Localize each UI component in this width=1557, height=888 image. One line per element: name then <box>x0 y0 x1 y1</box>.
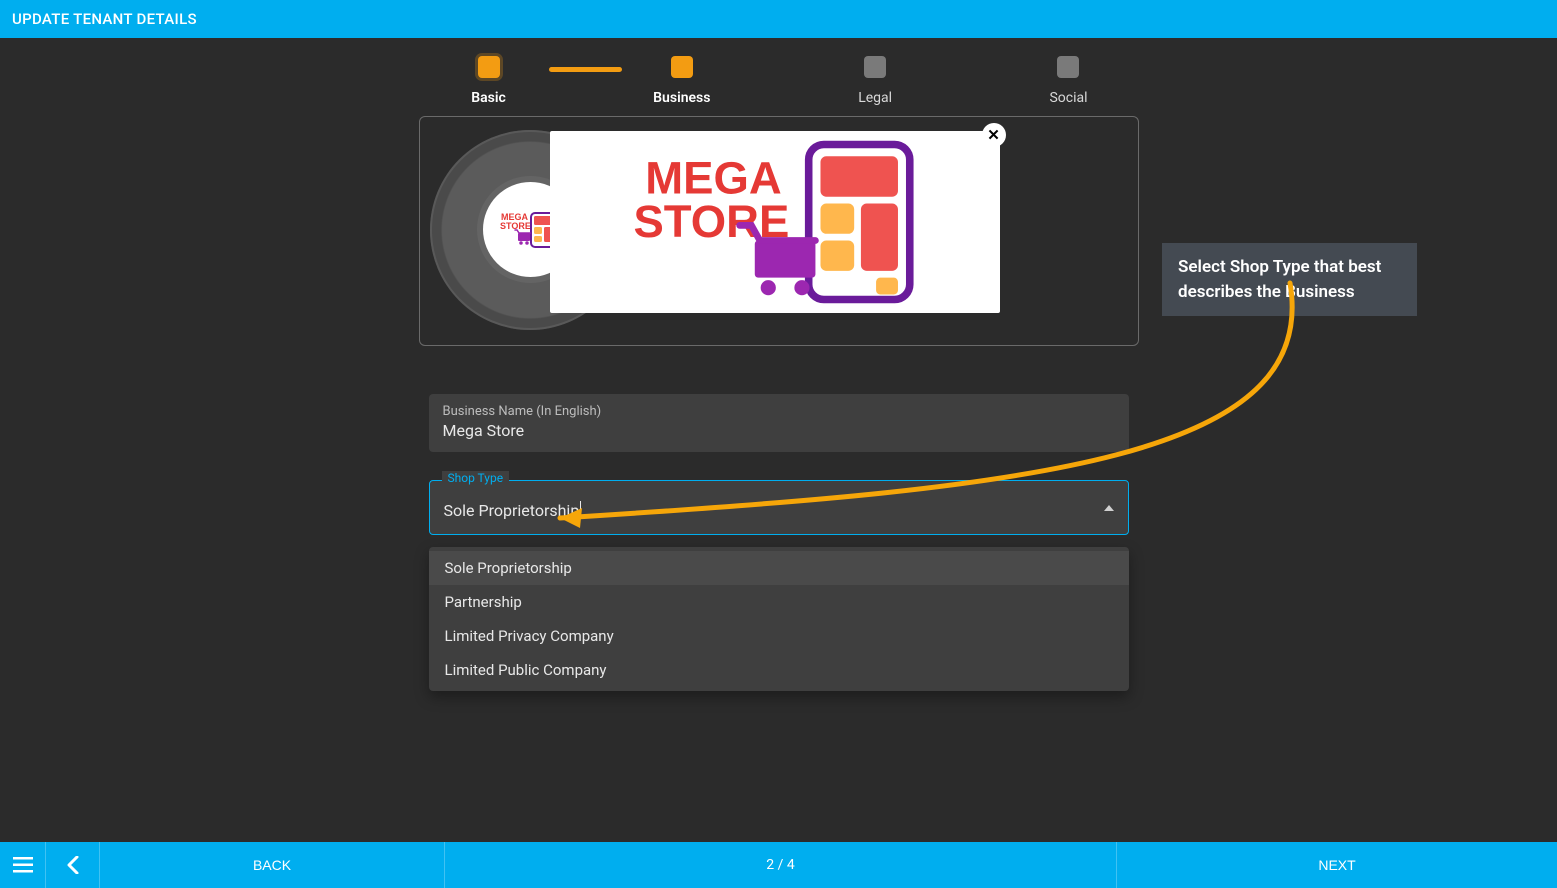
step-indicator <box>1057 56 1079 78</box>
step-label: Social <box>1049 90 1087 106</box>
field-label: Business Name (In English) <box>443 404 1115 419</box>
step-legal[interactable]: Legal <box>815 56 935 106</box>
form: Business Name (In English) Mega Store Sh… <box>429 394 1129 691</box>
step-basic[interactable]: Basic <box>429 56 549 106</box>
close-banner-button[interactable]: ✕ <box>982 123 1006 147</box>
content-area: Basic Business Legal Social MEGA STORE <box>0 38 1557 842</box>
dropdown-option[interactable]: Limited Public Company <box>429 653 1129 687</box>
tooltip-text: Select Shop Type that best describes the… <box>1178 257 1381 302</box>
brand-card: MEGA STORE MEGA <box>419 116 1139 346</box>
back-button[interactable]: BACK <box>100 842 444 888</box>
dropdown-option[interactable]: Partnership <box>429 585 1129 619</box>
page-title: UPDATE TENANT DETAILS <box>12 10 197 28</box>
stepper: Basic Business Legal Social <box>429 56 1129 106</box>
dropdown-option[interactable]: Limited Privacy Company <box>429 619 1129 653</box>
shop-type-select[interactable]: Shop Type Sole Proprietorship <box>429 480 1129 535</box>
step-label: Business <box>653 90 710 106</box>
step-business[interactable]: Business <box>622 56 742 106</box>
field-value: Sole Proprietorship <box>444 501 1114 520</box>
selected-value: Sole Proprietorship <box>444 501 580 520</box>
chevron-left-icon <box>67 856 79 874</box>
shop-type-dropdown: Sole Proprietorship Partnership Limited … <box>429 547 1129 691</box>
title-bar: UPDATE TENANT DETAILS <box>0 0 1557 38</box>
close-icon: ✕ <box>987 126 1000 144</box>
business-name-field[interactable]: Business Name (In English) Mega Store <box>429 394 1129 452</box>
step-indicator <box>478 56 500 78</box>
back-icon-button[interactable] <box>46 842 100 888</box>
help-tooltip: Select Shop Type that best describes the… <box>1162 243 1417 316</box>
menu-button[interactable] <box>0 842 46 888</box>
step-separator <box>742 67 815 72</box>
brand-banner[interactable]: MEGA STORE <box>550 131 1000 313</box>
svg-text:MEGA: MEGA <box>501 212 529 222</box>
field-value: Mega Store <box>443 421 1115 440</box>
step-indicator <box>864 56 886 78</box>
caret-up-icon <box>1104 505 1114 511</box>
field-label: Shop Type <box>442 471 510 485</box>
step-social[interactable]: Social <box>1008 56 1128 106</box>
progress-text: 2 / 4 <box>766 857 794 873</box>
step-separator <box>549 67 622 72</box>
text-cursor-icon <box>580 501 581 519</box>
step-label: Basic <box>471 90 506 106</box>
next-button[interactable]: NEXT <box>1117 842 1557 888</box>
step-label: Legal <box>858 90 892 106</box>
step-indicator <box>671 56 693 78</box>
bottom-bar: BACK 2 / 4 NEXT <box>0 842 1557 888</box>
step-progress: 2 / 4 <box>445 842 1117 888</box>
hamburger-icon <box>13 857 33 873</box>
step-separator <box>935 67 1008 72</box>
store-banner-icon: MEGA STORE <box>556 137 994 307</box>
dropdown-option[interactable]: Sole Proprietorship <box>429 551 1129 585</box>
